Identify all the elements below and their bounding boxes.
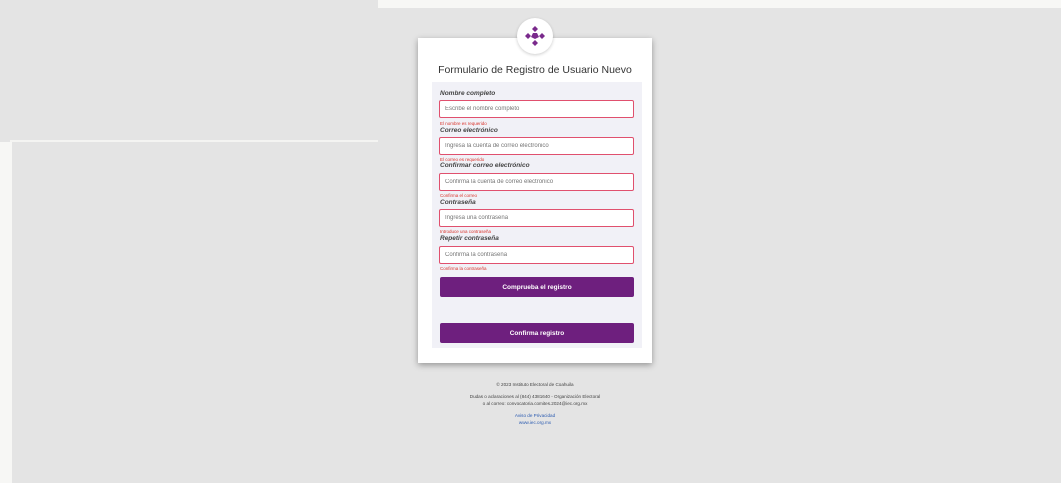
site-link[interactable]: www.iec.org.mx	[418, 420, 652, 425]
logo	[517, 18, 553, 54]
background-left-panel	[0, 0, 378, 140]
check-registration-button[interactable]: Comprueba el registro	[440, 277, 634, 297]
password-label: Contraseña	[440, 199, 476, 206]
repeat-password-error: Confirma la contraseña	[440, 266, 487, 271]
repeat-password-input[interactable]	[439, 246, 634, 264]
password-input[interactable]	[439, 209, 634, 227]
confirm-email-label: Confirmar correo electrónico	[440, 162, 530, 169]
form-title: Formulario de Registro de Usuario Nuevo	[438, 64, 632, 76]
email-label: Correo electrónico	[440, 127, 498, 134]
full-name-label: Nombre completo	[440, 90, 496, 97]
background-top-strip	[378, 0, 1061, 8]
footer-copyright: © 2023 Instituto Electoral de Coahuila	[496, 382, 574, 387]
privacy-link[interactable]: Aviso de Privacidad	[418, 413, 652, 418]
background-divider	[10, 140, 378, 142]
confirm-registration-button[interactable]: Confirma registro	[440, 323, 634, 343]
footer-contact-line1: Dudas o aclaraciones al (844) 4381640 - …	[469, 394, 601, 399]
email-input[interactable]	[439, 137, 634, 155]
repeat-password-label: Repetir contraseña	[440, 235, 499, 242]
full-name-input[interactable]	[439, 100, 634, 118]
footer-contact-line2: o al correo: convocatoria.comites.2024@i…	[482, 401, 588, 406]
full-name-error: El nombre es requerido	[440, 121, 487, 126]
logo-icon	[525, 26, 545, 46]
confirm-email-input[interactable]	[439, 173, 634, 191]
password-error: Introduce una contraseña	[440, 229, 492, 234]
background-left-column	[0, 142, 12, 483]
confirm-email-error: Confirma el correo	[440, 193, 478, 198]
